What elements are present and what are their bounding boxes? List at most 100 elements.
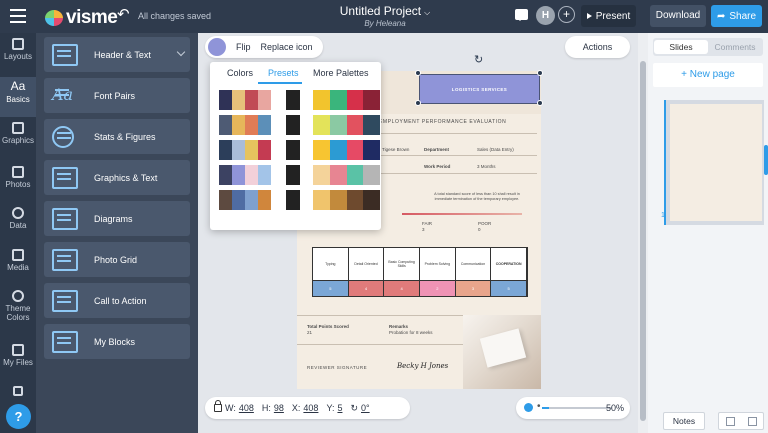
color-swatch[interactable]	[208, 38, 226, 56]
rotation-input[interactable]: 0°	[361, 403, 370, 413]
card-my-blocks[interactable]: My Blocks	[44, 324, 190, 359]
replace-icon-button[interactable]: Replace icon	[261, 42, 313, 52]
palette-swatch[interactable]	[313, 90, 330, 110]
sidebar-item-layouts[interactable]: Layouts	[0, 35, 36, 75]
palette-row[interactable]	[219, 190, 271, 210]
palette-swatch[interactable]	[346, 190, 364, 210]
undo-icon[interactable]: ↶	[117, 7, 131, 22]
palette-row[interactable]	[313, 190, 380, 210]
palette-swatch[interactable]	[286, 165, 300, 185]
resize-handle[interactable]	[415, 100, 421, 106]
sidebar-item-more[interactable]	[0, 383, 36, 399]
card-call-to-action[interactable]: Call to Action	[44, 283, 190, 318]
palette-swatch[interactable]	[219, 115, 232, 135]
card-font-pairs[interactable]: Aa Font Pairs	[44, 78, 190, 113]
flip-button[interactable]: Flip	[236, 42, 251, 52]
palette-row[interactable]	[286, 140, 300, 160]
visme-logo[interactable]: visme	[45, 7, 118, 29]
panel-scrollbar[interactable]	[764, 145, 768, 175]
palette-swatch[interactable]	[245, 115, 258, 135]
palette-swatch[interactable]	[313, 190, 330, 210]
palette-row[interactable]	[313, 165, 380, 185]
selected-badge[interactable]: LOGISTICS SERVICES	[419, 74, 540, 104]
palette-swatch[interactable]	[219, 140, 232, 160]
palette-row[interactable]	[219, 90, 271, 110]
palette-swatch[interactable]	[232, 115, 245, 135]
scrollbar-thumb[interactable]	[640, 61, 646, 421]
x-input[interactable]: 408	[303, 403, 318, 413]
palette-swatch[interactable]	[232, 90, 245, 110]
sidebar-item-my-files[interactable]: My Files	[0, 341, 36, 381]
palette-swatch[interactable]	[245, 90, 258, 110]
palette-swatch[interactable]	[219, 190, 232, 210]
rotate-handle-icon[interactable]: ↻	[474, 53, 483, 66]
palette-swatch[interactable]	[286, 90, 300, 110]
palette-swatch[interactable]	[346, 90, 364, 110]
slide-thumbnail[interactable]	[664, 100, 764, 225]
palette-swatch[interactable]	[363, 165, 380, 185]
palette-row[interactable]	[313, 115, 380, 135]
palette-swatch[interactable]	[232, 190, 245, 210]
notebook-photo[interactable]	[463, 315, 541, 389]
palette-swatch[interactable]	[286, 140, 300, 160]
palette-swatch[interactable]	[245, 140, 258, 160]
card-photo-grid[interactable]: Photo Grid	[44, 242, 190, 277]
palette-swatch[interactable]	[245, 190, 258, 210]
actions-button[interactable]: Actions	[565, 36, 630, 58]
card-diagrams[interactable]: Diagrams	[44, 201, 190, 236]
present-button[interactable]: Present	[581, 5, 636, 27]
sidebar-item-media[interactable]: Media	[0, 246, 36, 286]
palette-swatch[interactable]	[232, 140, 245, 160]
palette-row[interactable]	[219, 165, 271, 185]
sidebar-item-basics[interactable]: Aa Basics	[0, 77, 36, 117]
palette-swatch[interactable]	[363, 140, 380, 160]
zoom-slider[interactable]	[542, 407, 612, 409]
width-input[interactable]: 408	[239, 403, 254, 413]
palette-swatch[interactable]	[346, 115, 364, 135]
height-input[interactable]: 98	[274, 403, 284, 413]
palette-swatch[interactable]	[363, 190, 380, 210]
card-graphics-text[interactable]: Graphics & Text	[44, 160, 190, 195]
palette-swatch[interactable]	[313, 140, 330, 160]
palette-swatch[interactable]	[245, 165, 258, 185]
palette-row[interactable]	[313, 90, 380, 110]
palette-swatch[interactable]	[258, 115, 271, 135]
avatar[interactable]: H	[536, 6, 555, 25]
palette-row[interactable]	[286, 115, 300, 135]
grid-view-icon[interactable]	[725, 416, 735, 426]
menu-icon[interactable]	[10, 9, 26, 23]
palette-swatch[interactable]	[258, 140, 271, 160]
tab-slides[interactable]: Slides	[654, 40, 708, 54]
zoom-knob[interactable]	[524, 403, 533, 412]
zoom-out-icon[interactable]: •	[537, 402, 541, 412]
add-collaborator-button[interactable]: +	[558, 6, 575, 23]
sidebar-item-photos[interactable]: Photos	[0, 163, 36, 203]
resize-handle[interactable]	[415, 70, 421, 76]
palette-swatch[interactable]	[286, 190, 300, 210]
chevron-down-icon[interactable]: ⌵	[424, 8, 430, 17]
palette-swatch[interactable]	[346, 165, 364, 185]
palette-row[interactable]	[286, 165, 300, 185]
palette-row[interactable]	[313, 140, 380, 160]
palette-swatch[interactable]	[346, 140, 364, 160]
notes-button[interactable]: Notes	[663, 412, 705, 430]
tab-presets[interactable]: Presets	[268, 68, 299, 78]
sidebar-item-data[interactable]: Data	[0, 204, 36, 244]
palette-swatch[interactable]	[232, 165, 245, 185]
palette-swatch[interactable]	[313, 115, 330, 135]
help-button[interactable]: ?	[6, 404, 31, 429]
palette-row[interactable]	[219, 115, 271, 135]
palette-swatch[interactable]	[329, 115, 347, 135]
palette-swatch[interactable]	[219, 165, 232, 185]
palette-swatch[interactable]	[363, 90, 380, 110]
chevron-down-icon[interactable]	[176, 47, 186, 57]
project-title-block[interactable]: Untitled Project ⌵ By Heleana	[300, 4, 470, 28]
palette-swatch[interactable]	[258, 165, 271, 185]
resize-handle[interactable]	[537, 100, 543, 106]
tab-comments[interactable]: Comments	[708, 40, 762, 54]
sidebar-item-theme-colors[interactable]: Theme Colors	[0, 287, 36, 333]
card-header-text[interactable]: Header & Text	[44, 37, 190, 72]
palette-swatch[interactable]	[329, 165, 347, 185]
palette-swatch[interactable]	[219, 90, 232, 110]
palette-swatch[interactable]	[286, 115, 300, 135]
